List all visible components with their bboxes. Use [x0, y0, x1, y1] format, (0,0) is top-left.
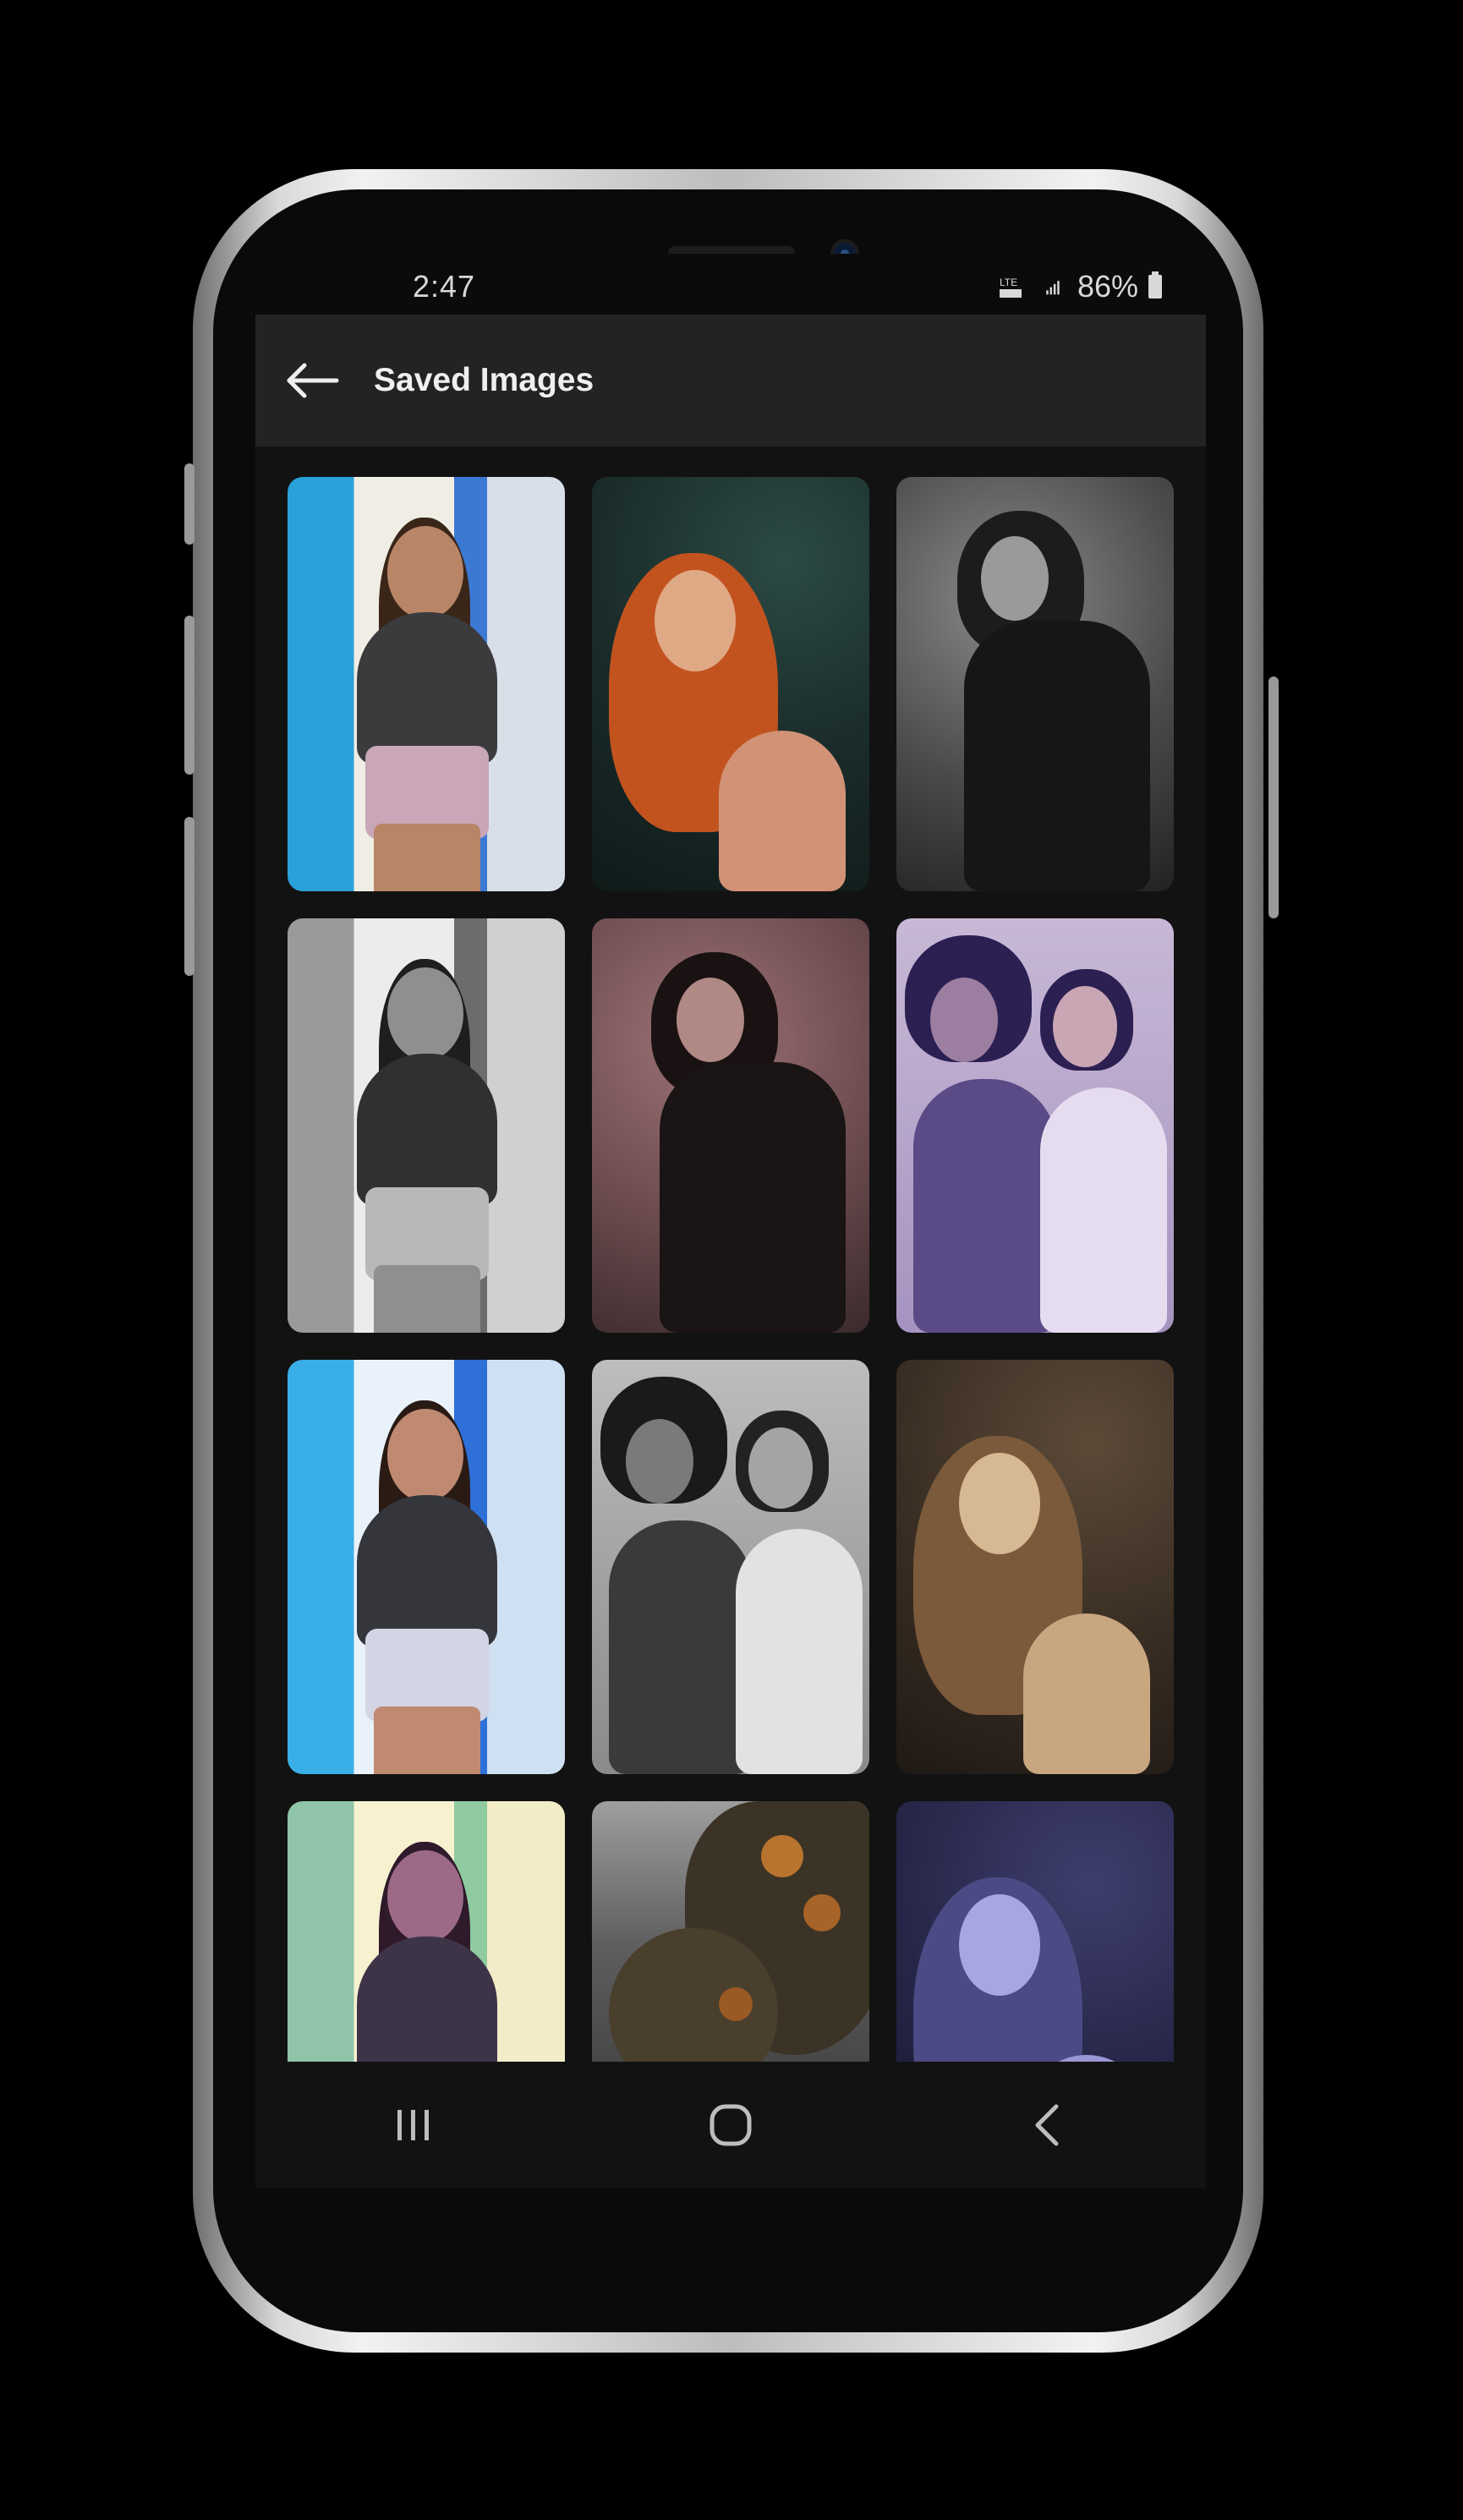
photo-figure: [374, 824, 480, 891]
saved-image-tile[interactable]: [896, 477, 1174, 891]
phone-side-button: [184, 616, 195, 775]
photo-figure: [660, 1062, 846, 1333]
photo-figure: [964, 621, 1150, 891]
svg-text:LTE: LTE: [1000, 277, 1017, 288]
battery-icon: [1148, 271, 1162, 299]
photo-figure: [761, 1835, 803, 1877]
back-chevron-icon: [1035, 2104, 1059, 2146]
home-icon: [710, 2104, 752, 2146]
saved-image-tile[interactable]: [592, 1360, 869, 1774]
saved-image-tile[interactable]: [288, 918, 565, 1333]
photo-figure: [677, 978, 744, 1062]
saved-image-tile[interactable]: [592, 477, 869, 891]
phone-screen: 2:47 LTE 86% Saved Images: [255, 254, 1206, 2189]
photo-figure: [981, 536, 1049, 621]
phone-side-button: [184, 463, 195, 545]
saved-image-tile[interactable]: [288, 1360, 565, 1774]
photo-figure: [959, 1453, 1040, 1554]
saved-image-tile[interactable]: [592, 918, 869, 1333]
system-nav-bar: [255, 2062, 1206, 2189]
recent-apps-button[interactable]: [346, 2083, 481, 2167]
photo-figure: [913, 1079, 1057, 1333]
photo-figure: [387, 967, 463, 1060]
photo-figure: [803, 1894, 841, 1931]
phone-side-button: [184, 817, 195, 976]
saved-image-tile[interactable]: [896, 918, 1174, 1333]
recent-apps-icon: [397, 2110, 430, 2140]
photo-figure: [374, 1706, 480, 1774]
photo-figure: [1023, 1613, 1150, 1774]
arrow-left-icon[interactable]: [286, 362, 340, 399]
app-bar: Saved Images: [255, 315, 1206, 446]
image-grid: [288, 477, 1174, 2189]
photo-figure: [357, 1054, 497, 1206]
saved-image-tile[interactable]: [288, 477, 565, 891]
phone-side-button: [1268, 677, 1279, 918]
photo-figure: [387, 526, 463, 619]
page-title: Saved Images: [374, 362, 595, 398]
photo-figure: [357, 612, 497, 764]
photo-figure: [959, 1894, 1040, 1996]
photo-figure: [609, 1520, 753, 1774]
saved-image-tile[interactable]: [896, 1360, 1174, 1774]
photo-figure: [387, 1850, 463, 1943]
photo-figure: [387, 1409, 463, 1502]
photo-figure: [626, 1419, 693, 1504]
photo-figure: [748, 1427, 813, 1509]
photo-figure: [736, 1529, 863, 1774]
photo-figure: [930, 978, 998, 1062]
signal-icon: [1046, 281, 1060, 295]
photo-figure: [655, 570, 736, 671]
status-icons: LTE 86%: [999, 269, 1162, 304]
status-time: 2:47: [413, 269, 476, 304]
photo-figure: [1040, 1087, 1167, 1333]
photo-figure: [357, 1495, 497, 1647]
battery-percent: 86%: [1077, 269, 1138, 304]
home-button[interactable]: [663, 2083, 798, 2167]
photo-figure: [374, 1265, 480, 1333]
nav-back-button[interactable]: [980, 2083, 1115, 2167]
status-bar: 2:47 LTE 86%: [255, 254, 1206, 315]
photo-figure: [719, 731, 846, 891]
photo-figure: [1053, 986, 1117, 1067]
network-icon: LTE: [999, 277, 1022, 298]
photo-figure: [719, 1987, 753, 2021]
